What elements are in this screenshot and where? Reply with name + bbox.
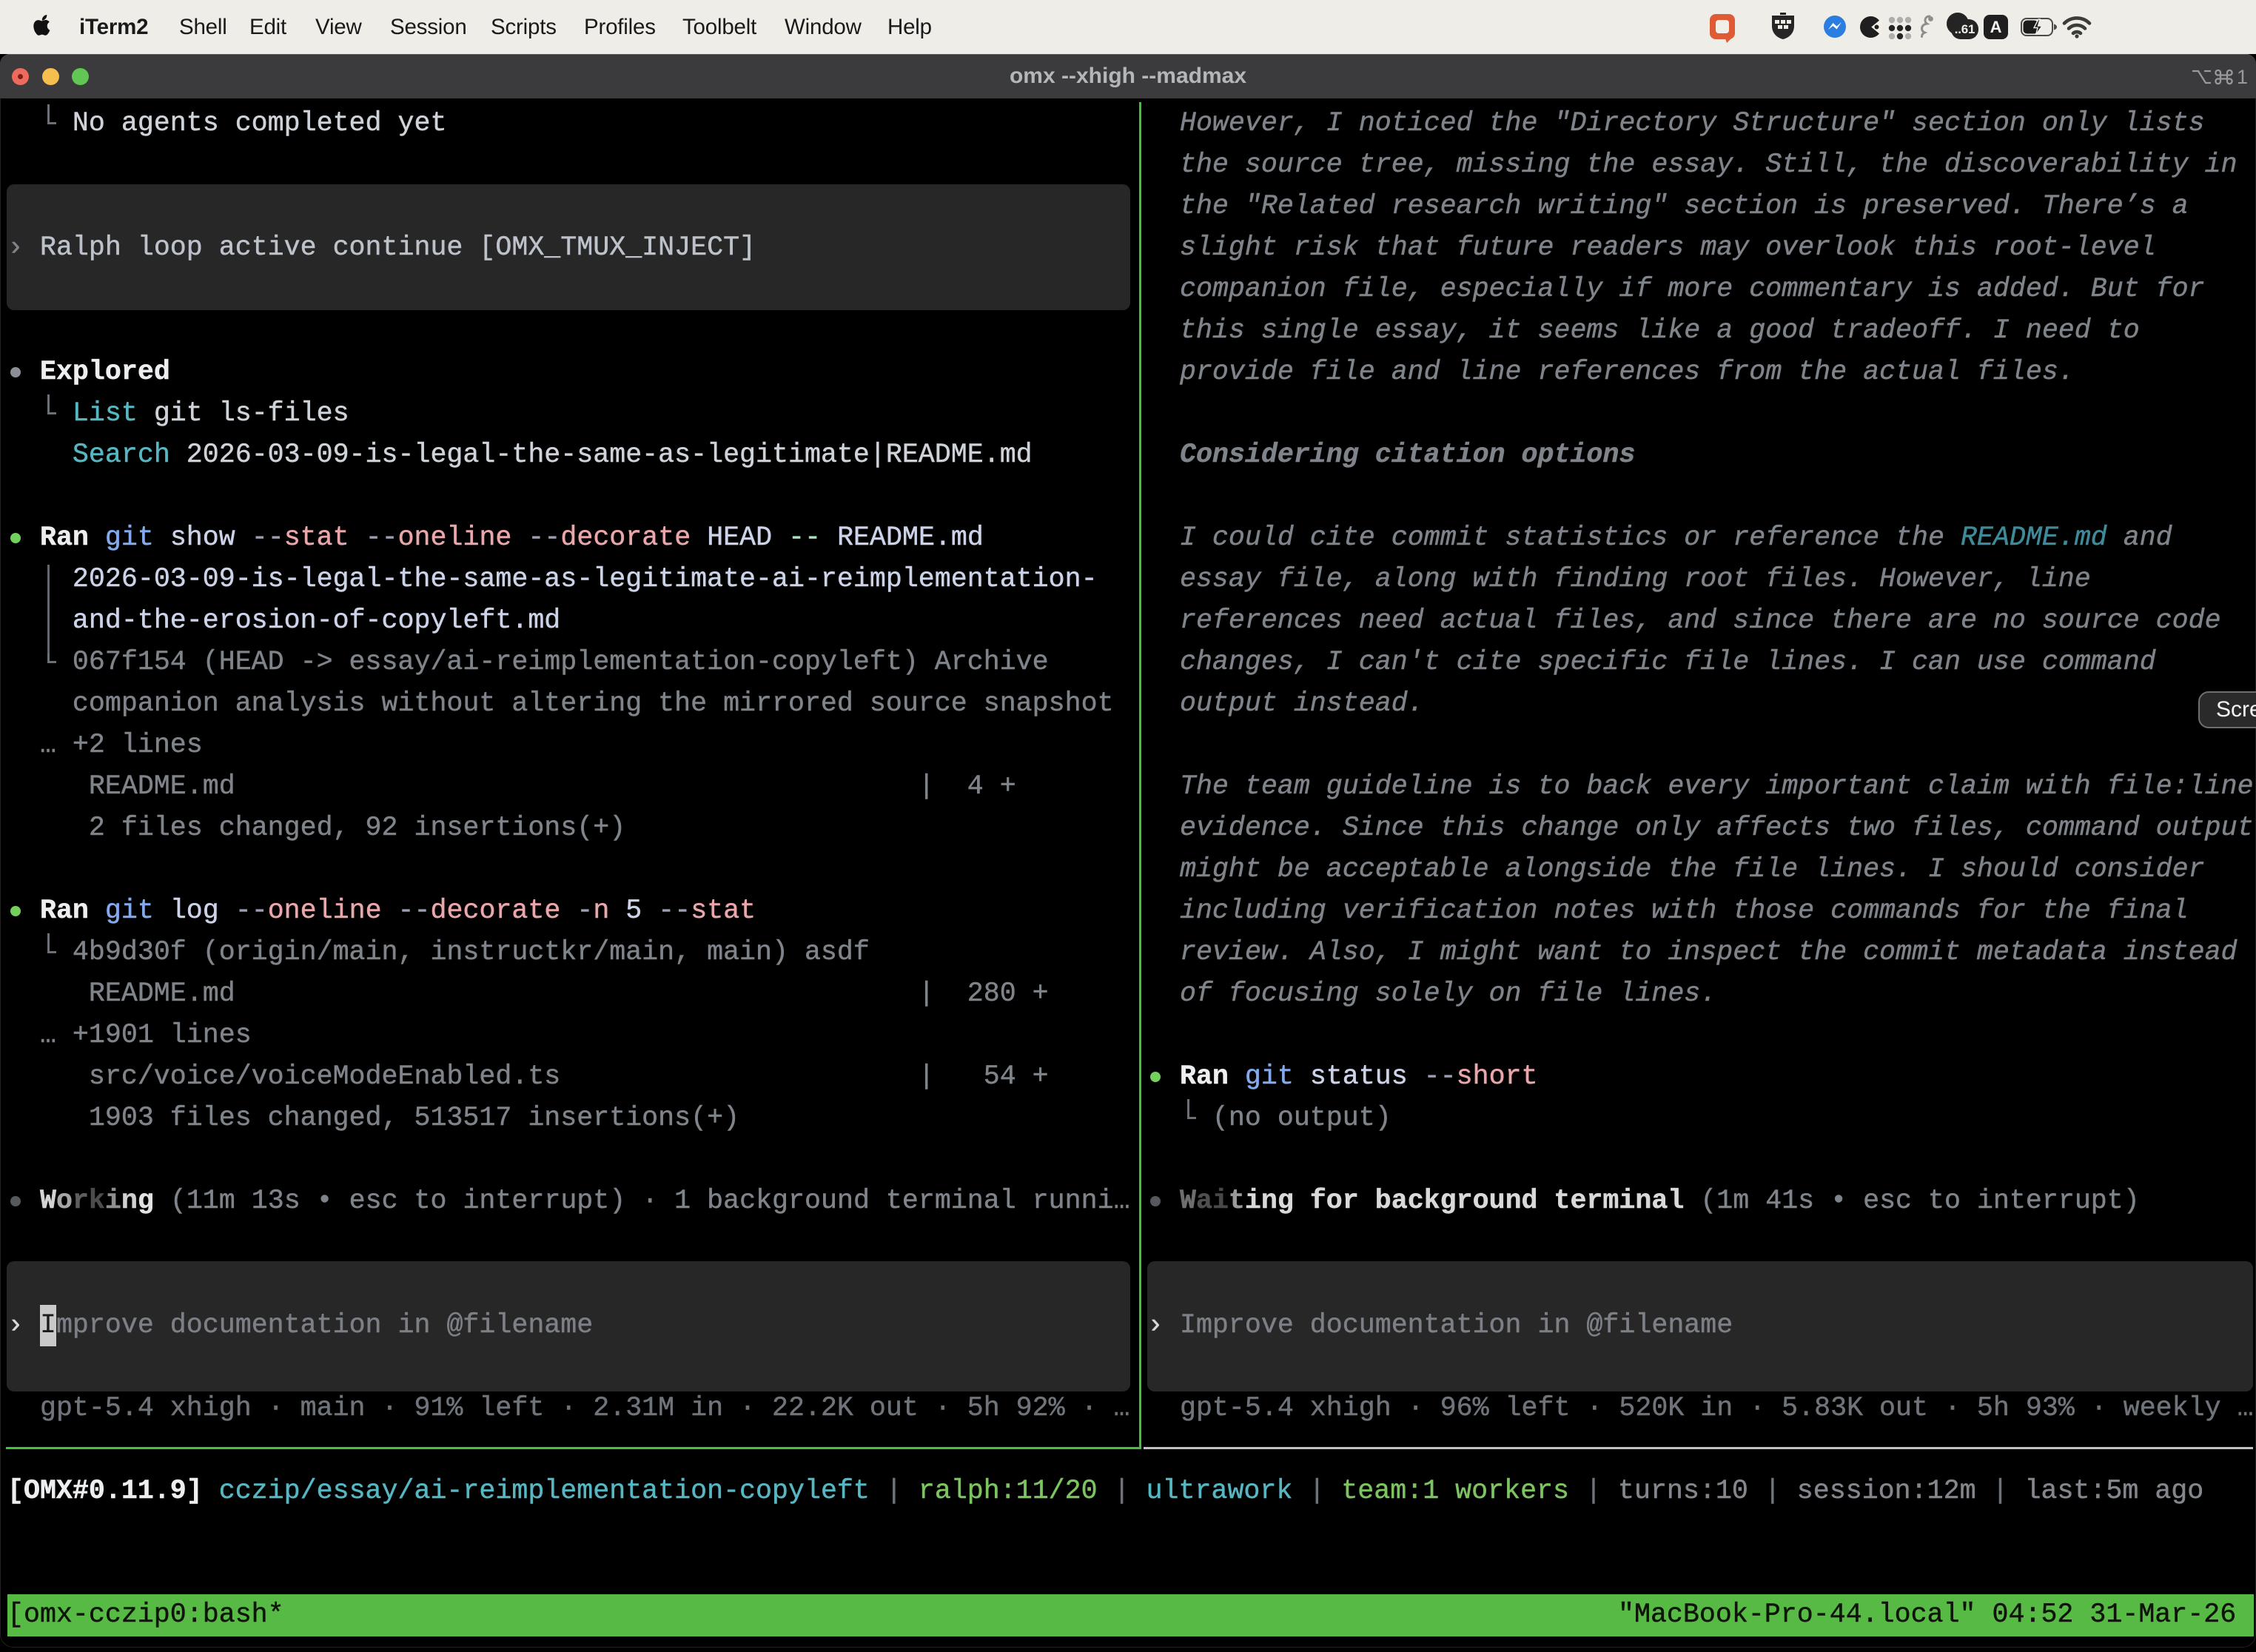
svg-text:1: 1 [2237,66,2248,88]
